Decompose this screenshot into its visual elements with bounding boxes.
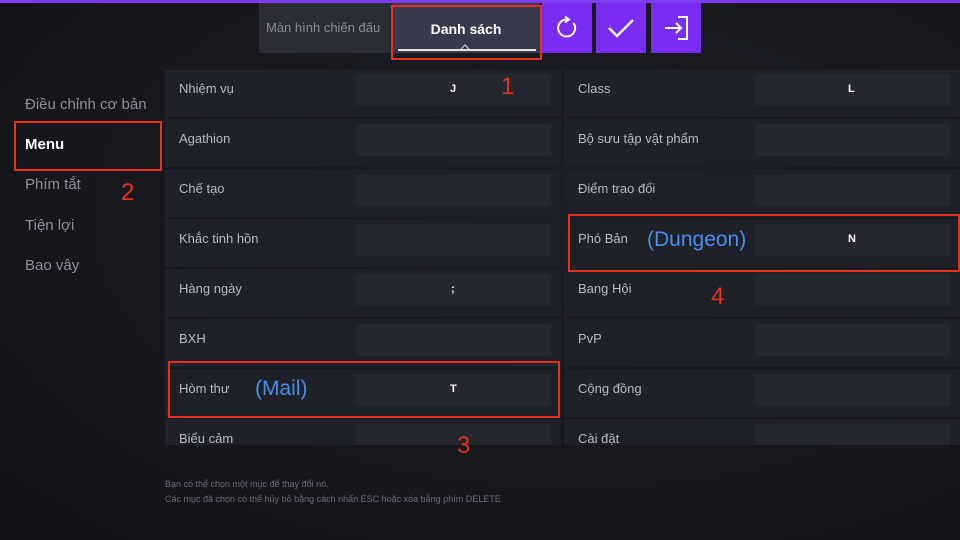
keybind-label: Bang Hội (578, 281, 632, 296)
key-slot[interactable] (356, 424, 551, 445)
key-slot[interactable] (755, 424, 950, 445)
keybind-label: BXH (179, 331, 206, 346)
annotation-number-2: 2 (121, 179, 135, 206)
reset-button[interactable] (542, 3, 592, 53)
annotation-number-1: 1 (501, 73, 515, 100)
key-slot[interactable] (755, 274, 950, 306)
annotation-box-1 (391, 5, 542, 60)
keybind-row-class[interactable]: Class L (564, 70, 960, 117)
keybind-label: PvP (578, 331, 602, 346)
annotation-box-4 (568, 214, 960, 272)
annotation-box-2 (14, 121, 162, 171)
exit-button[interactable] (651, 3, 701, 53)
key-slot[interactable] (755, 374, 950, 406)
key-slot[interactable] (356, 124, 551, 156)
key-slot[interactable] (755, 174, 950, 206)
footer-hint-2: Các mục đã chọn có thể hủy bỏ bằng cách … (165, 494, 501, 504)
keybind-label: Agathion (179, 131, 231, 146)
keybind-label: Nhiệm vụ (179, 81, 234, 96)
key-value: L (848, 83, 855, 95)
keybind-label: Cộng đồng (578, 381, 642, 396)
key-slot[interactable] (755, 324, 950, 356)
keybind-label: Biểu cảm (179, 431, 234, 445)
keybind-label: Khắc tinh hồn (179, 231, 259, 246)
settings-screen: Màn hình chiến đấu Danh sách Điều chỉnh … (0, 0, 960, 540)
sidebar-item-siege[interactable]: Bao vây (25, 257, 79, 274)
keybind-row-exchange-point[interactable]: Điểm trao đổi (564, 169, 960, 217)
keybind-row-crafting[interactable]: Chế tạo (165, 169, 561, 217)
key-slot[interactable] (356, 224, 551, 256)
annotation-box-3 (168, 361, 560, 418)
keybind-row-item-collection[interactable]: Bộ sưu tập vật phẩm (564, 119, 960, 167)
keybind-label: Điểm trao đổi (578, 181, 656, 196)
confirm-button[interactable] (596, 3, 646, 53)
annotation-note-dungeon: (Dungeon) (647, 228, 747, 251)
key-value: ; (451, 283, 455, 295)
keybind-row-ranking[interactable]: BXH (165, 319, 561, 367)
sidebar-item-convenience[interactable]: Tiện lợi (25, 217, 74, 234)
refresh-icon (557, 15, 577, 38)
keybind-label: Cài đặt (578, 431, 620, 445)
annotation-note-mail: (Mail) (255, 377, 308, 400)
keybind-row-emote[interactable]: Biểu cảm (165, 419, 561, 445)
exit-icon (665, 16, 688, 40)
keybind-row-community[interactable]: Cộng đồng (564, 369, 960, 417)
tab-combat-screen[interactable]: Màn hình chiến đấu (259, 3, 391, 53)
check-icon (608, 19, 634, 38)
keybind-label: Bộ sưu tập vật phẩm (578, 131, 699, 146)
keybind-row-agathion[interactable]: Agathion (165, 119, 561, 167)
footer-hint-1: Bạn có thể chọn một mục để thay đổi nó. (165, 479, 329, 489)
keybind-label: Class (578, 81, 611, 96)
key-slot[interactable] (356, 174, 551, 206)
key-slot[interactable] (356, 324, 551, 356)
sidebar-item-basic-adjust[interactable]: Điều chỉnh cơ bản (25, 96, 147, 113)
keybind-row-settings[interactable]: Cài đặt (564, 419, 960, 445)
keybind-row-soul-engrave[interactable]: Khắc tinh hồn (165, 219, 561, 267)
keybind-row-pvp[interactable]: PvP (564, 319, 960, 367)
sidebar-item-shortcuts[interactable]: Phím tắt (25, 176, 81, 193)
key-slot[interactable] (755, 124, 950, 156)
keybind-row-guild[interactable]: Bang Hội (564, 269, 960, 317)
key-value: J (450, 83, 457, 95)
annotation-number-3: 3 (457, 432, 471, 459)
keybind-row-daily[interactable]: Hàng ngày ; (165, 269, 561, 317)
keybind-label: Chế tạo (179, 181, 225, 196)
keybind-label: Hàng ngày (179, 281, 242, 296)
annotation-number-4: 4 (711, 283, 725, 310)
